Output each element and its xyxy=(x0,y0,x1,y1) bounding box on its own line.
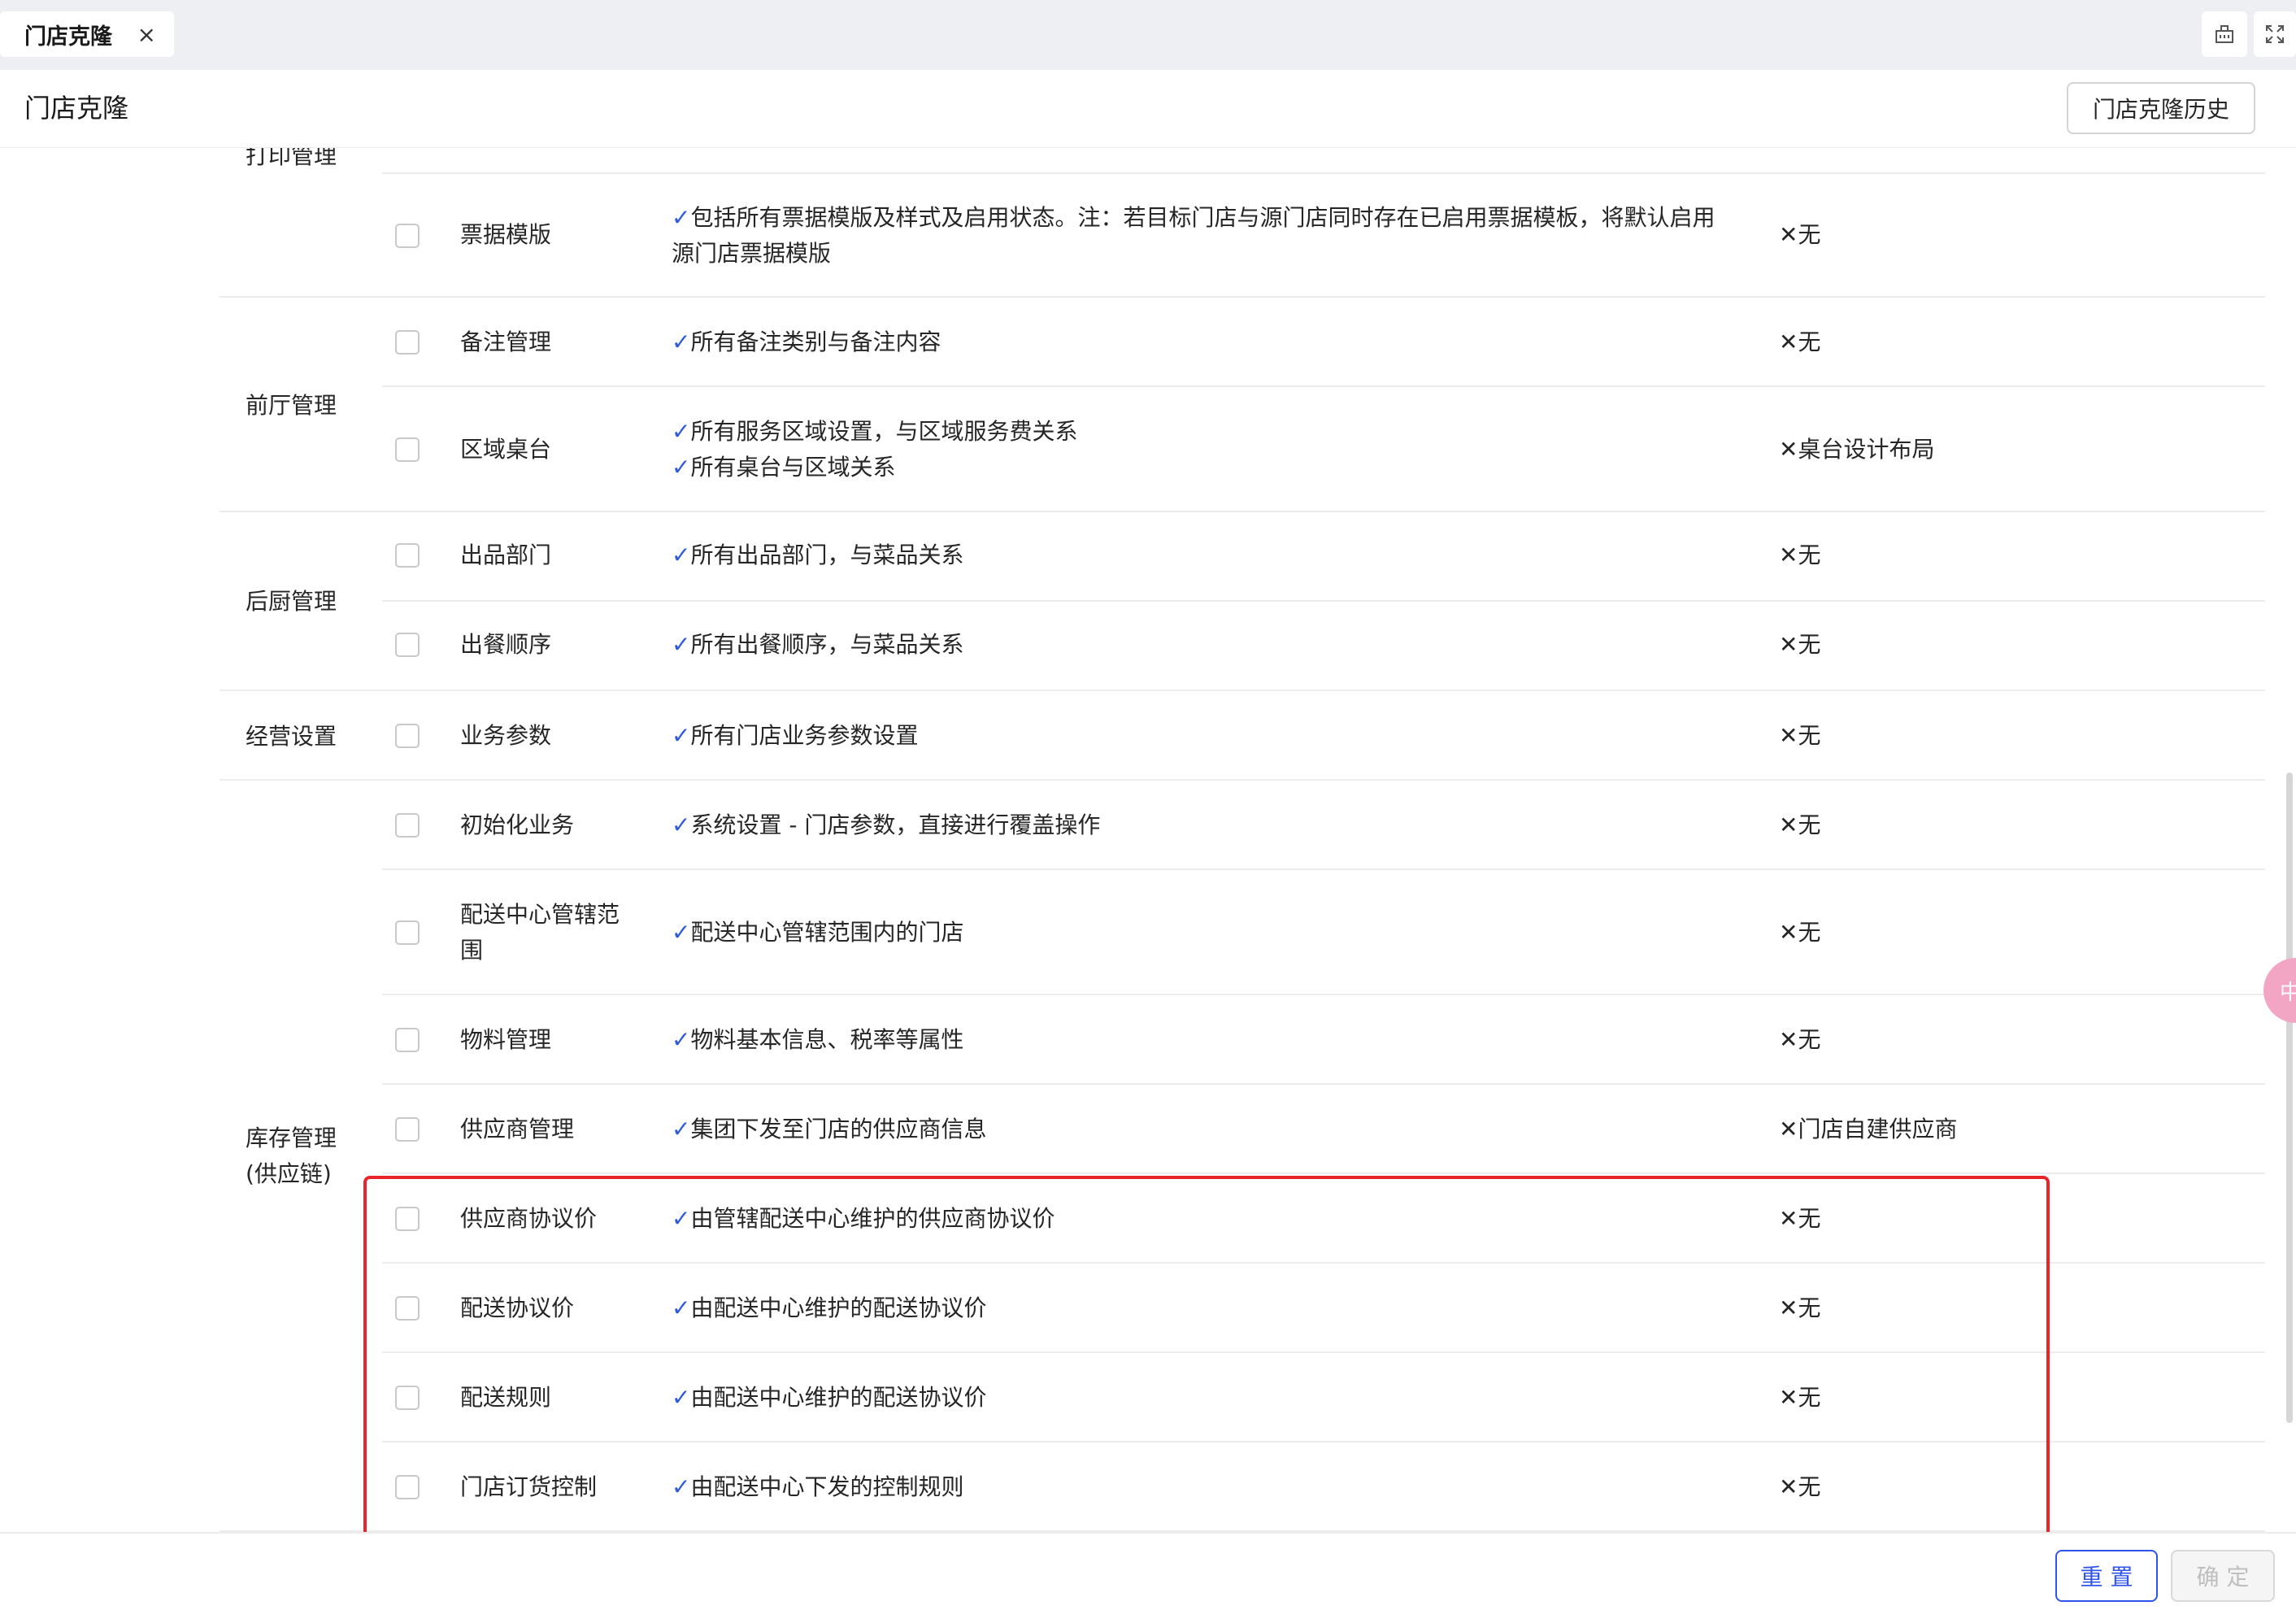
description-line: ✓物料基本信息、税率等属性 xyxy=(672,1026,964,1053)
item-name: 备注管理 xyxy=(460,329,552,355)
excluded-items: ✕无 xyxy=(1779,631,1821,658)
item-name: 初始化业务 xyxy=(460,812,575,838)
table-row: 区域桌台 ✓所有服务区域设置，与区域服务费关系 ✓所有桌台与区域关系 ✕桌台设计… xyxy=(0,387,2296,512)
row-checkbox[interactable] xyxy=(395,1028,420,1052)
item-description: ✓所有服务区域设置，与区域服务费关系 ✓所有桌台与区域关系 xyxy=(672,414,1729,485)
item-description: ✓配送中心管辖范围内的门店 xyxy=(672,915,1729,951)
check-icon: ✓ xyxy=(672,329,691,355)
item-name: 出品部门 xyxy=(460,542,552,568)
item-description: ✓包括所有票据模版及样式及启用状态。注：若目标门店与源门店同时存在已启用票据模板… xyxy=(672,200,1729,272)
description-line: ✓系统设置 - 门店参数，直接进行覆盖操作 xyxy=(672,812,1101,838)
excluded-items: ✕无 xyxy=(1779,221,1821,248)
table-row: 供应商管理 ✓集团下发至门店的供应商信息 ✕门店自建供应商 xyxy=(0,1085,2296,1174)
excluded-items: ✕桌台设计布局 xyxy=(1779,436,1935,463)
check-icon: ✓ xyxy=(672,631,691,658)
item-name: 业务参数 xyxy=(460,722,552,749)
description-line: ✓所有备注类别与备注内容 xyxy=(672,329,941,355)
row-checkbox[interactable] xyxy=(395,813,420,838)
tab-bar: 门店克隆 × xyxy=(0,0,2296,70)
check-icon: ✓ xyxy=(672,919,691,946)
check-icon: ✓ xyxy=(672,722,691,749)
item-name: 票据模版 xyxy=(460,221,552,248)
excluded-items: ✕无 xyxy=(1779,722,1821,749)
building-icon[interactable] xyxy=(2202,11,2247,57)
item-description: ✓系统设置 - 门店参数，直接进行覆盖操作 xyxy=(672,807,1729,843)
vertical-scrollbar[interactable] xyxy=(2286,772,2293,1423)
item-description: ✓所有备注类别与备注内容 xyxy=(672,324,1729,360)
table-row: 初始化业务 ✓系统设置 - 门店参数，直接进行覆盖操作 ✕无 xyxy=(0,781,2296,870)
item-description: ✓集团下发至门店的供应商信息 xyxy=(672,1112,1729,1147)
excluded-items: ✕无 xyxy=(1779,542,1821,568)
table-row xyxy=(0,148,2296,174)
check-icon: ✓ xyxy=(672,812,691,838)
row-checkbox[interactable] xyxy=(395,543,420,568)
item-description: ✓所有出餐顺序，与菜品关系 xyxy=(672,627,1729,663)
check-icon: ✓ xyxy=(672,418,691,445)
row-checkbox[interactable] xyxy=(395,330,420,355)
excluded-items: ✕无 xyxy=(1779,919,1821,946)
item-name: 物料管理 xyxy=(460,1026,552,1053)
description-line: ✓所有门店业务参数设置 xyxy=(672,722,919,749)
excluded-items: ✕无 xyxy=(1779,1026,1821,1053)
check-icon: ✓ xyxy=(672,204,691,231)
check-icon: ✓ xyxy=(672,454,691,481)
table-row: 备注管理 ✓所有备注类别与备注内容 ✕无 xyxy=(0,298,2296,387)
highlight-box xyxy=(363,1176,2050,1532)
item-description: ✓所有出品部门，与菜品关系 xyxy=(672,537,1729,573)
item-name: 供应商管理 xyxy=(460,1116,575,1142)
item-name: 区域桌台 xyxy=(460,436,552,463)
confirm-button[interactable]: 确 定 xyxy=(2171,1550,2275,1602)
row-checkbox[interactable] xyxy=(395,1117,420,1142)
excluded-items: ✕无 xyxy=(1779,812,1821,838)
page-header: 门店克隆 门店克隆历史 xyxy=(0,70,2296,148)
item-name-line2: 围 xyxy=(460,937,484,964)
description-line: ✓所有服务区域设置，与区域服务费关系 xyxy=(672,418,1078,445)
table-row: 物料管理 ✓物料基本信息、税率等属性 ✕无 xyxy=(0,995,2296,1085)
row-checkbox[interactable] xyxy=(395,633,420,657)
description-line: ✓配送中心管辖范围内的门店 xyxy=(672,919,964,946)
table-row: 票据模版 ✓包括所有票据模版及样式及启用状态。注：若目标门店与源门店同时存在已启… xyxy=(0,174,2296,298)
footer-bar: 重 置 确 定 xyxy=(0,1532,2296,1610)
item-name-line1: 配送中心管辖范 xyxy=(460,901,620,928)
check-icon: ✓ xyxy=(672,542,691,568)
description-line: ✓包括所有票据模版及样式及启用状态。注：若目标门店与源门店同时存在已启用票据模板… xyxy=(672,204,1715,267)
table-row: 业务参数 ✓所有门店业务参数设置 ✕无 xyxy=(0,691,2296,781)
row-checkbox[interactable] xyxy=(395,920,420,945)
clone-history-button[interactable]: 门店克隆历史 xyxy=(2067,82,2255,134)
table-row: 出餐顺序 ✓所有出餐顺序，与菜品关系 ✕无 xyxy=(0,602,2296,691)
description-line: ✓集团下发至门店的供应商信息 xyxy=(672,1116,987,1142)
excluded-items: ✕门店自建供应商 xyxy=(1779,1116,1958,1142)
item-name: 出餐顺序 xyxy=(460,631,552,658)
fullscreen-icon[interactable] xyxy=(2254,11,2296,57)
check-icon: ✓ xyxy=(672,1026,691,1053)
close-icon[interactable]: × xyxy=(137,21,156,48)
item-description: ✓物料基本信息、税率等属性 xyxy=(672,1022,1729,1058)
item-description: ✓所有门店业务参数设置 xyxy=(672,718,1729,754)
description-line: ✓所有出餐顺序，与菜品关系 xyxy=(672,631,964,658)
page-title: 门店克隆 xyxy=(24,93,129,124)
item-name: 配送中心管辖范 围 xyxy=(460,897,631,968)
row-checkbox[interactable] xyxy=(395,437,420,462)
clone-options-table: 打印管理 前厅管理 后厨管理 经营设置 库存管理 (供应链) 票据模版 ✓包括所… xyxy=(0,148,2296,1532)
description-line: ✓所有桌台与区域关系 xyxy=(672,454,896,481)
excluded-items: ✕无 xyxy=(1779,329,1821,355)
tab-store-clone[interactable]: 门店克隆 × xyxy=(0,11,174,57)
tab-title: 门店克隆 xyxy=(24,24,112,50)
reset-button[interactable]: 重 置 xyxy=(2055,1550,2158,1602)
table-row: 配送中心管辖范 围 ✓配送中心管辖范围内的门店 ✕无 xyxy=(0,870,2296,995)
row-checkbox[interactable] xyxy=(395,224,420,248)
table-row: 出品部门 ✓所有出品部门，与菜品关系 ✕无 xyxy=(0,512,2296,602)
check-icon: ✓ xyxy=(672,1116,691,1142)
row-checkbox[interactable] xyxy=(395,724,420,748)
description-line: ✓所有出品部门，与菜品关系 xyxy=(672,542,964,568)
